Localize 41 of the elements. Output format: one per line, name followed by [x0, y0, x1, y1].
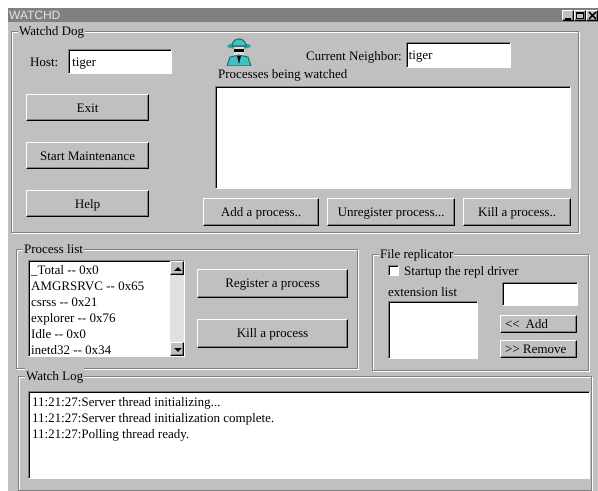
repl-checkbox[interactable] — [388, 264, 399, 276]
push-button[interactable]: Exit — [26, 94, 149, 121]
neighbor-label: Current Neighbor: — [306, 47, 402, 65]
process-item[interactable]: inetd32 -- 0x34 — [31, 342, 170, 356]
process-item[interactable]: _Total -- 0x0 — [31, 262, 170, 278]
push-button[interactable]: Kill a process — [197, 318, 348, 348]
extension-label: extension list — [388, 284, 458, 299]
extension-field[interactable] — [502, 282, 578, 306]
process-list[interactable]: _Total -- 0x0 AMGRSRVC -- 0x65 csrss -- 0x21 explorer -- 0x76 Idle -- 0x0 inetd32 -- 0x34 — [28, 260, 185, 357]
host-field[interactable]: tiger — [68, 49, 172, 74]
log-line: 11:21:27:Server thread initializing... — [32, 394, 222, 410]
push-button[interactable]: << Add — [500, 314, 577, 333]
process-item[interactable]: AMGRSRVC -- 0x65 — [31, 278, 170, 294]
close-icon[interactable] — [586, 10, 598, 20]
push-button[interactable]: Unregister process... — [327, 198, 455, 226]
push-button[interactable]: Help — [26, 190, 149, 217]
maximize-icon[interactable] — [574, 10, 586, 20]
watched-list[interactable] — [215, 86, 571, 189]
log-line: 11:21:27:Polling thread ready. — [32, 426, 190, 442]
push-button[interactable]: Add a process.. — [203, 198, 319, 226]
window-title: WATCHD — [9, 8, 60, 22]
checkbox-label: Startup the repl driver — [404, 262, 518, 278]
push-button[interactable]: Start Maintenance — [26, 142, 149, 169]
process-item[interactable]: explorer -- 0x76 — [31, 310, 170, 326]
process-item[interactable]: Idle -- 0x0 — [31, 326, 170, 342]
host-label: Host: — [30, 52, 58, 71]
group-title: Watch Log — [25, 368, 84, 384]
push-button[interactable]: >> Remove — [500, 340, 577, 358]
minimize-icon[interactable] — [562, 10, 574, 20]
detective-icon — [224, 38, 254, 66]
process-item[interactable]: csrss -- 0x21 — [31, 294, 170, 310]
scrollbar[interactable] — [170, 260, 184, 356]
watched-label: Processes being watched — [218, 66, 348, 81]
push-button[interactable]: Register a process — [197, 268, 348, 298]
scroll-down-icon[interactable] — [170, 342, 184, 356]
scroll-up-icon[interactable] — [170, 260, 184, 275]
log-line: 11:21:27:Server thread initialization complete. — [32, 410, 276, 426]
extension-list[interactable] — [388, 300, 478, 359]
group-title: Watchd Dog — [18, 23, 86, 39]
push-button[interactable]: Kill a process.. — [463, 198, 571, 226]
neighbor-field[interactable]: tiger — [406, 42, 511, 68]
